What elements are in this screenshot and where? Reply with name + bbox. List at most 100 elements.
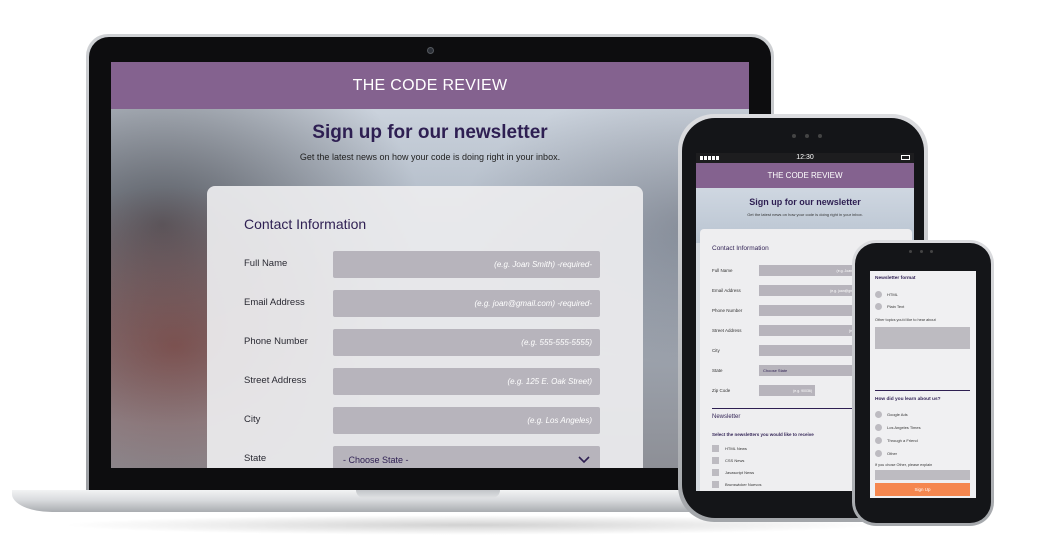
site-header[interactable]: THE CODE REVIEW <box>696 163 914 188</box>
divider <box>712 408 862 409</box>
section-title: Contact Information <box>244 216 367 232</box>
field-label: Full Name <box>244 258 288 269</box>
city-input[interactable] <box>759 345 859 356</box>
form-row-street: Street Address (e.g. 125 E. Oak Street) <box>244 368 606 396</box>
form-row: Email Address (e.g. joan@gm... <box>712 285 862 297</box>
checkbox-label: HTML News <box>725 446 747 451</box>
form-row: Zip Code (e.g. 90036) <box>712 385 862 397</box>
hero-title: Sign up for our newsletter <box>749 197 861 207</box>
format-radio[interactable]: HTML <box>875 291 965 298</box>
source-radio[interactable]: Through a Friend <box>875 437 965 444</box>
radio-label: Other <box>887 451 898 456</box>
newsletter-checkbox[interactable]: HTML News <box>712 445 832 453</box>
source-radio[interactable]: Google Ads <box>875 411 965 418</box>
device-mockup-stage: THE CODE REVIEW Sign up for our newslett… <box>0 0 1050 549</box>
newsletter-title: Newsletter <box>712 414 741 420</box>
email-input[interactable]: (e.g. joan@gm... <box>759 285 859 296</box>
other-note: If you chose Other, please explain <box>875 463 933 467</box>
sign-up-button[interactable]: Sign Up <box>875 483 970 496</box>
phone-input[interactable] <box>759 305 859 316</box>
battery-icon <box>901 155 910 160</box>
radio-label: HTML <box>887 292 898 297</box>
full-name-input[interactable]: (e.g. Joan Smith) -required- <box>333 251 600 278</box>
section-title: Contact Information <box>712 245 769 252</box>
newsletter-checkbox[interactable]: Javascript News <box>712 469 832 477</box>
signal-icon <box>700 156 720 160</box>
full-name-input[interactable]: (e.g. Joan ... <box>759 265 859 276</box>
field-label: Email Address <box>712 288 741 293</box>
source-radio[interactable]: Los Angeles Times <box>875 424 965 431</box>
radio-icon[interactable] <box>875 450 882 457</box>
phone-screen: Newsletter format HTML Plain Text Other … <box>870 271 976 498</box>
field-label: State <box>244 453 267 464</box>
field-label: State <box>712 368 723 373</box>
state-select[interactable]: - Choose State - <box>333 446 600 468</box>
other-topics-label: Other topics you'd like to hear about <box>875 318 936 322</box>
speaker-icon <box>792 134 822 139</box>
format-radio[interactable]: Plain Text <box>875 303 965 310</box>
laptop: THE CODE REVIEW Sign up for our newslett… <box>86 34 774 496</box>
state-select-value: - Choose State - <box>343 455 409 465</box>
site-title[interactable]: THE CODE REVIEW <box>353 77 508 95</box>
radio-icon[interactable] <box>875 303 882 310</box>
radio-label: Through a Friend <box>887 438 918 443</box>
field-label: City <box>244 414 261 425</box>
city-input[interactable]: (e.g. Los Angeles) <box>333 407 600 434</box>
form-row: City <box>712 345 862 357</box>
phone-input[interactable]: (e.g. 555-555-5555) <box>333 329 600 356</box>
checkbox-label: CSS News <box>725 458 745 463</box>
newsletter-checkbox[interactable]: Brunswicker Nuevos <box>712 481 832 489</box>
field-label: Phone Number <box>244 336 308 347</box>
hero-subtitle: Get the latest news on how your code is … <box>747 212 863 217</box>
divider <box>875 390 970 391</box>
radio-label: Los Angeles Times <box>887 425 921 430</box>
laptop-bezel: THE CODE REVIEW Sign up for our newslett… <box>89 37 771 493</box>
signup-form: Contact Information Full Name (e.g. Joan… <box>207 186 643 468</box>
field-label: Street Address <box>244 375 307 386</box>
checkbox-icon[interactable] <box>712 445 719 452</box>
radio-label: Plain Text <box>887 304 905 309</box>
laptop-screen: THE CODE REVIEW Sign up for our newslett… <box>111 62 749 468</box>
checkbox-icon[interactable] <box>712 469 719 476</box>
newsletter-checkbox[interactable]: CSS News <box>712 457 832 465</box>
radio-icon[interactable] <box>875 291 882 298</box>
radio-label: Google Ads <box>887 412 908 417</box>
checkbox-icon[interactable] <box>712 481 719 488</box>
street-address-input[interactable]: (e.g. <box>759 325 859 336</box>
chevron-down-icon <box>578 456 590 464</box>
form-row-phone: Phone Number (e.g. 555-555-5555) <box>244 329 606 357</box>
field-label: Zip Code <box>712 388 731 393</box>
checkbox-icon[interactable] <box>712 457 719 464</box>
radio-icon[interactable] <box>875 411 882 418</box>
site-header: THE CODE REVIEW <box>111 62 749 109</box>
street-address-input[interactable]: (e.g. 125 E. Oak Street) <box>333 368 600 395</box>
form-row: Street Address (e.g. <box>712 325 862 337</box>
source-radio[interactable]: Other <box>875 450 965 457</box>
radio-icon[interactable] <box>875 437 882 444</box>
form-row-state: State - Choose State - <box>244 446 606 468</box>
camera-icon <box>427 47 434 54</box>
other-explain-textarea[interactable] <box>875 470 970 480</box>
form-row-full-name: Full Name (e.g. Joan Smith) -required- <box>244 251 606 279</box>
field-label: Phone Number <box>712 308 743 313</box>
format-title: Newsletter format <box>875 276 916 281</box>
field-label: Email Address <box>244 297 305 308</box>
how-title: How did you learn about us? <box>875 397 941 402</box>
form-row-city: City (e.g. Los Angeles) <box>244 407 606 435</box>
checkbox-label: Brunswicker Nuevos <box>725 482 762 487</box>
field-label: Street Address <box>712 328 742 333</box>
hero-subtitle: Get the latest news on how your code is … <box>299 152 561 162</box>
form-row: Phone Number <box>712 305 862 317</box>
state-select[interactable]: Choose State <box>759 365 859 376</box>
laptop-trackpad-notch <box>356 490 500 498</box>
zip-code-input[interactable]: (e.g. 90036) <box>759 385 815 396</box>
radio-icon[interactable] <box>875 424 882 431</box>
phone-body: Newsletter format HTML Plain Text Other … <box>855 243 991 523</box>
hero-title: Sign up for our newsletter <box>312 122 548 143</box>
status-bar: 12:30 <box>696 153 914 163</box>
other-topics-textarea[interactable] <box>875 327 970 349</box>
email-input[interactable]: (e.g. joan@gmail.com) -required- <box>333 290 600 317</box>
form-row: Full Name (e.g. Joan ... <box>712 265 862 277</box>
phone-device: Newsletter format HTML Plain Text Other … <box>852 240 994 526</box>
speaker-icon <box>909 250 933 254</box>
